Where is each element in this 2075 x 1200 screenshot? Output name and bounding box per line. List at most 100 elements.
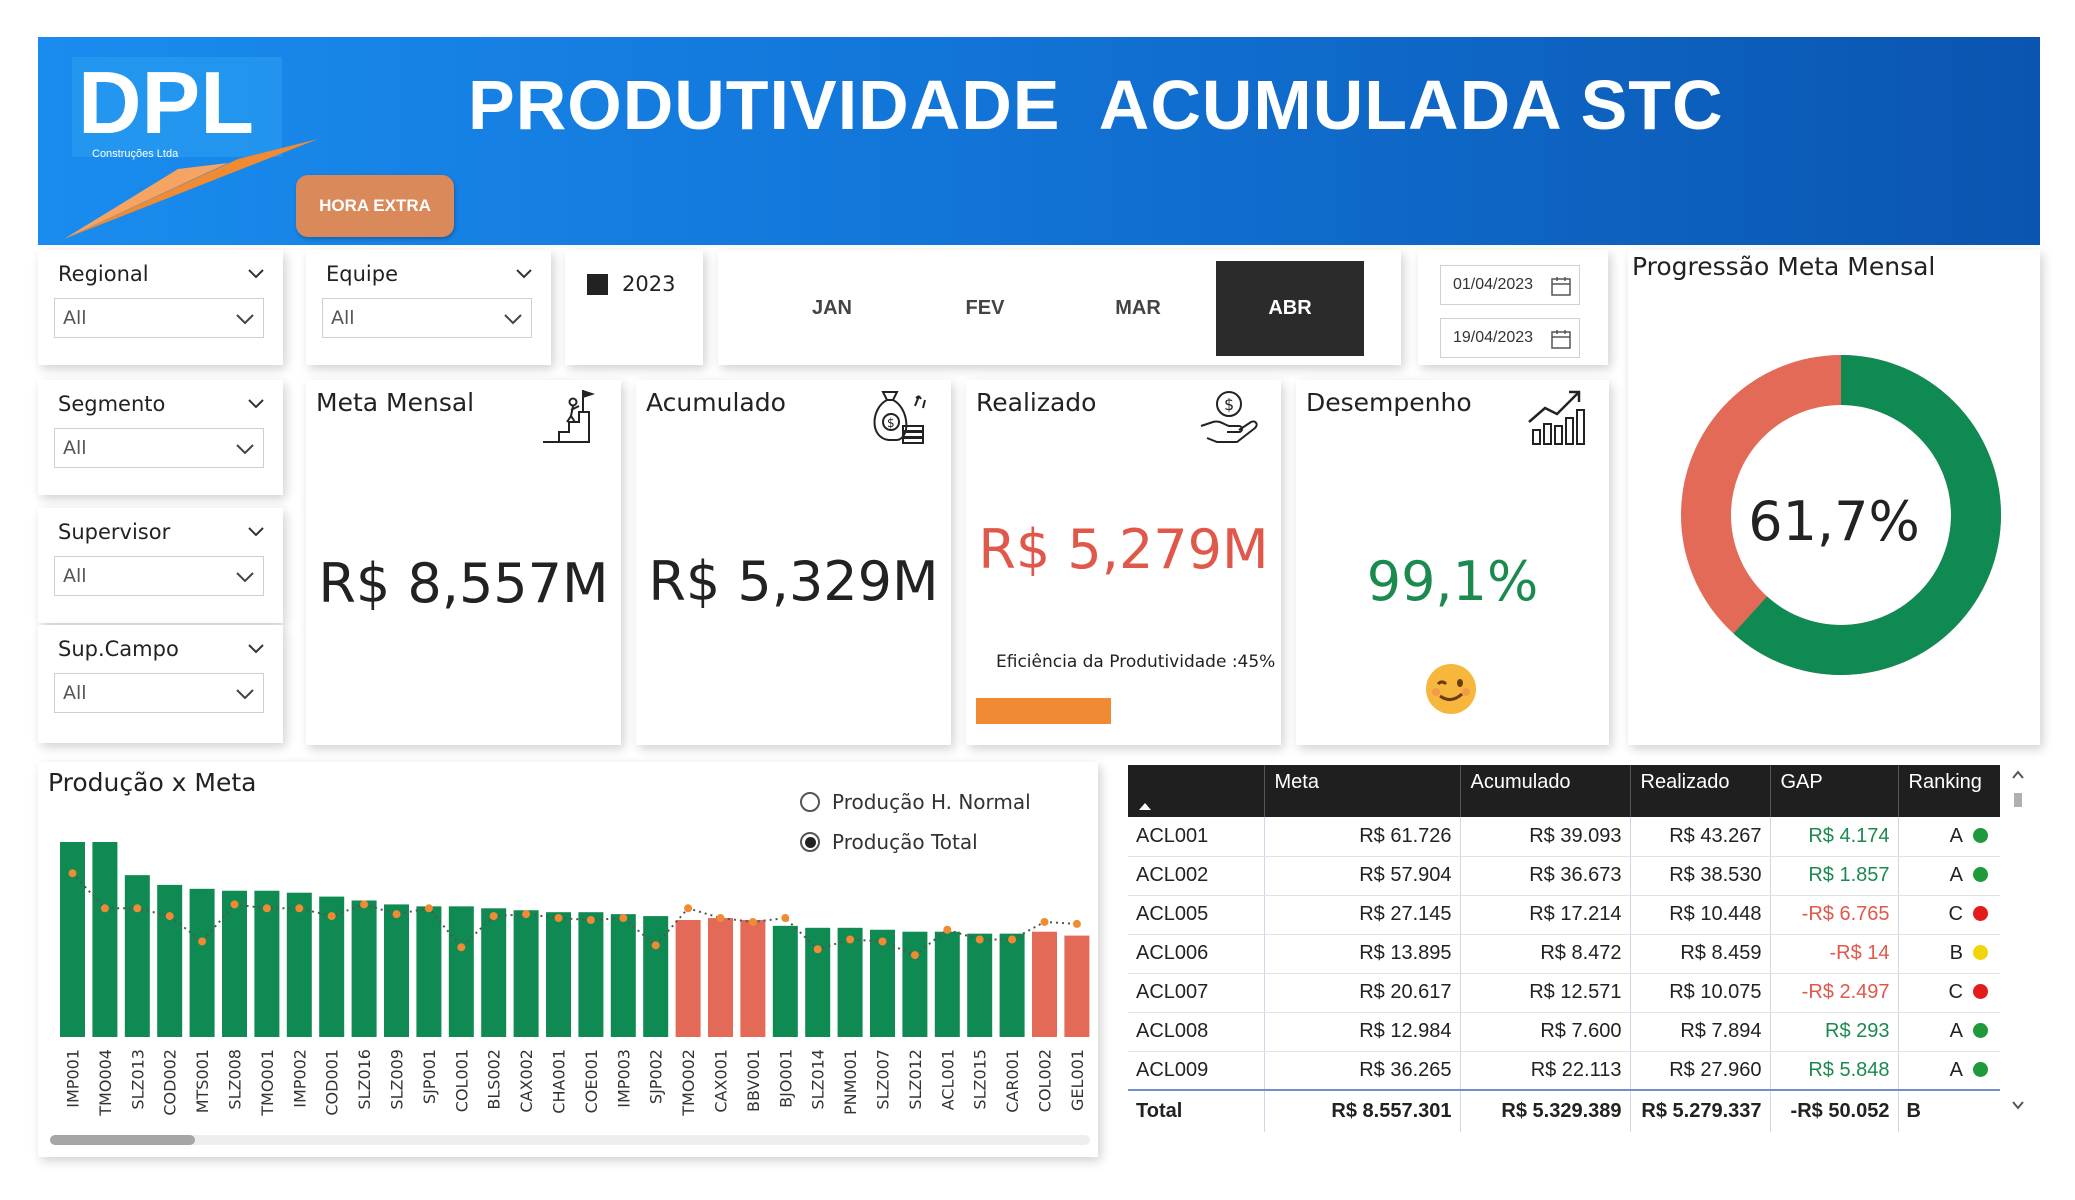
chevron-down-icon[interactable] (247, 639, 265, 657)
chevron-down-icon[interactable] (247, 522, 265, 540)
table-row[interactable]: ACL007 R$ 20.617 R$ 12.571 R$ 10.075 -R$ 2.4… (1128, 973, 2000, 1013)
chevron-down-icon (236, 444, 254, 455)
year-option[interactable]: 2023 (587, 272, 675, 296)
table-row[interactable]: ACL009 R$ 36.265 R$ 22.113 R$ 27.960 R$ 5.84… (1128, 1051, 2000, 1091)
rank-status-icon (1973, 1023, 1988, 1038)
x-tick-label: BBV001 (744, 1049, 763, 1112)
chart-scrollbar[interactable] (50, 1135, 1090, 1145)
bar-pnm001[interactable] (837, 927, 863, 1037)
kpi-title: Acumulado (646, 388, 786, 417)
bar-tmo002[interactable] (675, 920, 701, 1037)
bar-acl001[interactable] (934, 931, 960, 1037)
bar-sjp001[interactable] (416, 906, 442, 1037)
table-row[interactable]: ACL008 R$ 12.984 R$ 7.600 R$ 7.894 R$ 293 A (1128, 1012, 2000, 1052)
start-date-input[interactable]: 01/04/2023 (1440, 265, 1580, 305)
header-meta[interactable]: Meta (1264, 765, 1461, 817)
money-bag-icon: $ (873, 391, 926, 444)
scroll-down-icon[interactable] (2008, 1095, 2028, 1115)
scroll-up-icon[interactable] (2008, 765, 2028, 785)
header-name[interactable] (1128, 765, 1265, 817)
bar-imp003[interactable] (610, 914, 636, 1037)
sort-asc-icon[interactable] (1138, 802, 1152, 811)
bar-bbv001[interactable] (740, 920, 766, 1037)
bar-slz014[interactable] (805, 927, 831, 1037)
supervisor-value: All (63, 565, 87, 587)
table-scrollbar[interactable] (2008, 765, 2028, 1137)
meta-point (975, 935, 984, 944)
calendar-icon[interactable] (1551, 329, 1571, 349)
header-acumulado[interactable]: Acumulado (1460, 765, 1631, 817)
month-fev[interactable]: FEV (911, 261, 1059, 356)
end-date-input[interactable]: 19/04/2023 (1440, 318, 1580, 358)
month-jan[interactable]: JAN (758, 261, 906, 356)
equipe-dropdown[interactable]: All (322, 298, 532, 338)
bar-slz015[interactable] (967, 933, 993, 1037)
bar-slz009[interactable] (384, 904, 409, 1037)
rank-letter: C (1948, 903, 1963, 925)
bar-slz007[interactable] (870, 929, 895, 1037)
bar-slz012[interactable] (902, 931, 928, 1037)
bar-tmo004[interactable] (92, 842, 118, 1037)
year-label: 2023 (622, 272, 676, 296)
bar-col001[interactable] (448, 906, 474, 1037)
table-row[interactable]: ACL001 R$ 61.726 R$ 39.093 R$ 43.267 R$ 4.17… (1128, 817, 2000, 857)
x-tick-label: SLZ014 (809, 1049, 828, 1110)
segmento-dropdown[interactable]: All (54, 428, 264, 468)
regional-dropdown[interactable]: All (54, 298, 264, 338)
bar-col002[interactable] (1032, 931, 1057, 1037)
company-logo: DPL Construções Ltda (58, 51, 323, 241)
row-gap: R$ 4.174 (1770, 817, 1899, 857)
bar-coe001[interactable] (578, 912, 604, 1037)
bar-cod002[interactable] (157, 884, 183, 1037)
kpi-value: 99,1% (1366, 550, 1539, 613)
chart-scroll-thumb[interactable] (50, 1135, 195, 1145)
table-row[interactable]: ACL002 R$ 57.904 R$ 36.673 R$ 38.530 R$ 1.85… (1128, 856, 2000, 896)
bar-slz013[interactable] (124, 875, 150, 1037)
rank-letter: A (1949, 1020, 1963, 1042)
bar-cha001[interactable] (546, 912, 571, 1037)
row-meta: R$ 27.145 (1264, 895, 1461, 935)
bar-slz008[interactable] (222, 890, 247, 1037)
bar-gel001[interactable] (1064, 935, 1090, 1037)
regional-label: Regional (58, 262, 149, 286)
bar-cax002[interactable] (513, 910, 539, 1037)
supervisor-dropdown[interactable]: All (54, 556, 264, 596)
month-mar[interactable]: MAR (1064, 261, 1212, 356)
page-title: PRODUTIVIDADE ACUMULADA STC (468, 66, 1724, 144)
checkbox-checked-icon[interactable] (587, 273, 608, 295)
bar-imp002[interactable] (286, 892, 312, 1037)
chevron-down-icon[interactable] (247, 264, 265, 282)
header-realizado[interactable]: Realizado (1630, 765, 1771, 817)
bar-slz016[interactable] (351, 900, 377, 1038)
rank-letter: C (1948, 981, 1963, 1003)
hora-extra-button[interactable]: HORA EXTRA (296, 175, 454, 237)
header-banner: DPL Construções Ltda PRODUTIVIDADE ACUMU… (38, 37, 2040, 245)
bar-cax001[interactable] (708, 918, 733, 1037)
row-gap: R$ 293 (1770, 1012, 1899, 1052)
chevron-down-icon[interactable] (247, 394, 265, 412)
bar-tmo001[interactable] (254, 890, 280, 1037)
regional-slicer: Regional All (38, 250, 283, 365)
chevron-down-icon (504, 314, 522, 325)
bar-car001[interactable] (999, 933, 1025, 1037)
row-ranking: C (1898, 895, 2000, 935)
row-acumulado: R$ 12.571 (1460, 973, 1631, 1013)
bar-mts001[interactable] (189, 888, 215, 1037)
meta-point (619, 914, 628, 923)
month-abr[interactable]: ABR (1216, 261, 1364, 356)
calendar-icon[interactable] (1551, 276, 1571, 296)
row-ranking: A (1898, 1012, 2000, 1052)
bar-bjo001[interactable] (772, 925, 798, 1037)
chevron-down-icon[interactable] (515, 264, 533, 282)
meta-point (1072, 919, 1081, 928)
table-row[interactable]: ACL005 R$ 27.145 R$ 17.214 R$ 10.448 -R$ 6.7… (1128, 895, 2000, 935)
header-gap[interactable]: GAP (1770, 765, 1899, 817)
header-ranking[interactable]: Ranking (1898, 765, 2000, 817)
kpi-desempenho: Desempenho 99,1% (1296, 380, 1609, 745)
table-scroll-thumb[interactable] (2014, 793, 2022, 807)
table-row[interactable]: ACL006 R$ 13.895 R$ 8.472 R$ 8.459 -R$ 14 B (1128, 934, 2000, 974)
meta-point (586, 916, 595, 924)
sup-campo-dropdown[interactable]: All (54, 673, 264, 713)
bar-bls002[interactable] (481, 908, 507, 1037)
start-date-value: 01/04/2023 (1453, 276, 1534, 293)
